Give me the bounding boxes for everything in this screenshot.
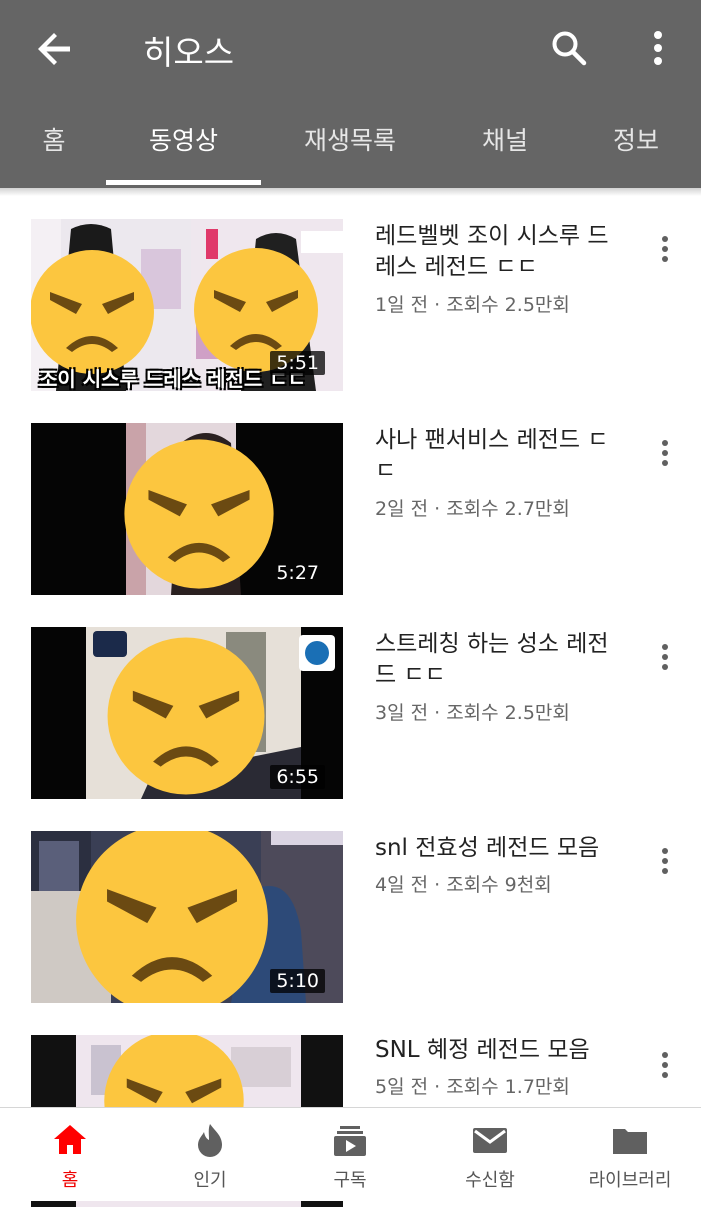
video-thumbnail[interactable]: 5:10 [31, 831, 343, 1003]
inbox-icon [473, 1128, 507, 1153]
angry-face-emoji [31, 250, 154, 374]
more-vertical-icon [662, 236, 668, 262]
channel-title: 히오스 [143, 33, 235, 72]
angry-face-emoji [76, 831, 268, 1003]
search-button[interactable] [544, 24, 594, 74]
video-thumbnail[interactable]: 6:55 [31, 627, 343, 799]
tab-home[interactable]: 홈 [14, 96, 94, 188]
video-item[interactable]: 6:55 스트레칭 하는 성소 레전드 ㄷㄷ 3일 전 · 조회수 2.5만회 [0, 627, 701, 799]
video-more-button[interactable] [650, 231, 680, 271]
thumbnail-caption: 조이 시스루 드레스 레전드 ㄷㄷ [39, 367, 307, 391]
video-duration: 5:27 [276, 562, 319, 584]
more-vertical-icon [662, 1052, 668, 1078]
nav-label: 인기 [193, 1170, 227, 1191]
video-meta: 4일 전 · 조회수 9천회 [375, 874, 552, 896]
video-thumbnail[interactable]: 조이 시스루 드레스 레전드 ㄷㄷ 5:51 [31, 219, 343, 391]
more-options-button[interactable] [634, 24, 682, 74]
tab-videos[interactable]: 동영상 [106, 96, 261, 188]
active-tab-indicator [106, 180, 261, 185]
more-vertical-icon [662, 440, 668, 466]
search-icon [552, 31, 587, 66]
library-icon [613, 1129, 647, 1154]
more-vertical-icon [654, 31, 662, 65]
app-bar: 히오스 홈 동영상 재생목록 채널 정보 [0, 0, 701, 188]
tab-about[interactable]: 정보 [590, 96, 682, 188]
tab-playlists[interactable]: 재생목록 [280, 96, 420, 188]
subscriptions-icon [334, 1126, 366, 1156]
nav-label: 라이브러리 [588, 1170, 672, 1191]
video-meta: 5일 전 · 조회수 1.7만회 [375, 1076, 570, 1098]
video-item[interactable]: 5:27 사나 팬서비스 레전드 ㄷㄷ 2일 전 · 조회수 2.7만회 [0, 423, 701, 595]
app-bar-shadow [0, 188, 701, 196]
tab-channels[interactable]: 채널 [450, 96, 560, 188]
video-meta: 3일 전 · 조회수 2.5만회 [375, 702, 570, 724]
home-icon [54, 1125, 86, 1154]
video-title[interactable]: SNL 혜정 레전드 모음 [375, 1035, 645, 1066]
more-vertical-icon [662, 848, 668, 874]
angry-face-emoji [124, 439, 274, 589]
nav-label: 수신함 [465, 1170, 515, 1191]
video-item[interactable]: 조이 시스루 드레스 레전드 ㄷㄷ 5:51 레드벨벳 조이 시스루 드레스 레… [0, 219, 701, 391]
angry-face-emoji [107, 637, 265, 795]
nav-label: 홈 [61, 1170, 79, 1191]
video-title[interactable]: 레드벨벳 조이 시스루 드레스 레전드 ㄷㄷ [375, 221, 625, 283]
nav-label: 구독 [333, 1170, 367, 1191]
video-more-button[interactable] [650, 1047, 680, 1087]
video-thumbnail[interactable]: 5:27 [31, 423, 343, 595]
video-more-button[interactable] [650, 843, 680, 883]
bottom-navigation: 홈 인기 구독 수신함 라이브러리 [0, 1107, 701, 1201]
back-button[interactable] [30, 24, 80, 74]
video-title[interactable]: 스트레칭 하는 성소 레전드 ㄷㄷ [375, 629, 625, 691]
video-item[interactable]: 5:10 snl 전효성 레전드 모음 4일 전 · 조회수 9천회 [0, 831, 701, 1003]
video-meta: 2일 전 · 조회수 2.7만회 [375, 498, 570, 520]
trending-icon [198, 1124, 222, 1157]
nav-library[interactable]: 라이브러리 [560, 1108, 700, 1201]
video-title[interactable]: snl 전효성 레전드 모음 [375, 833, 645, 864]
video-more-button[interactable] [650, 435, 680, 475]
nav-inbox[interactable]: 수신함 [420, 1108, 560, 1201]
video-duration: 5:51 [270, 351, 325, 375]
more-vertical-icon [662, 644, 668, 670]
top-bar: 히오스 [0, 0, 701, 96]
nav-home[interactable]: 홈 [0, 1108, 140, 1201]
video-more-button[interactable] [650, 639, 680, 679]
video-title[interactable]: 사나 팬서비스 레전드 ㄷㄷ [375, 425, 625, 487]
channel-tabs: 홈 동영상 재생목록 채널 정보 [0, 96, 701, 188]
video-duration: 6:55 [270, 765, 325, 789]
video-duration: 5:10 [270, 969, 325, 993]
video-meta: 1일 전 · 조회수 2.5만회 [375, 294, 570, 316]
arrow-left-icon [38, 33, 70, 65]
nav-subscriptions[interactable]: 구독 [280, 1108, 420, 1201]
nav-trending[interactable]: 인기 [140, 1108, 280, 1201]
